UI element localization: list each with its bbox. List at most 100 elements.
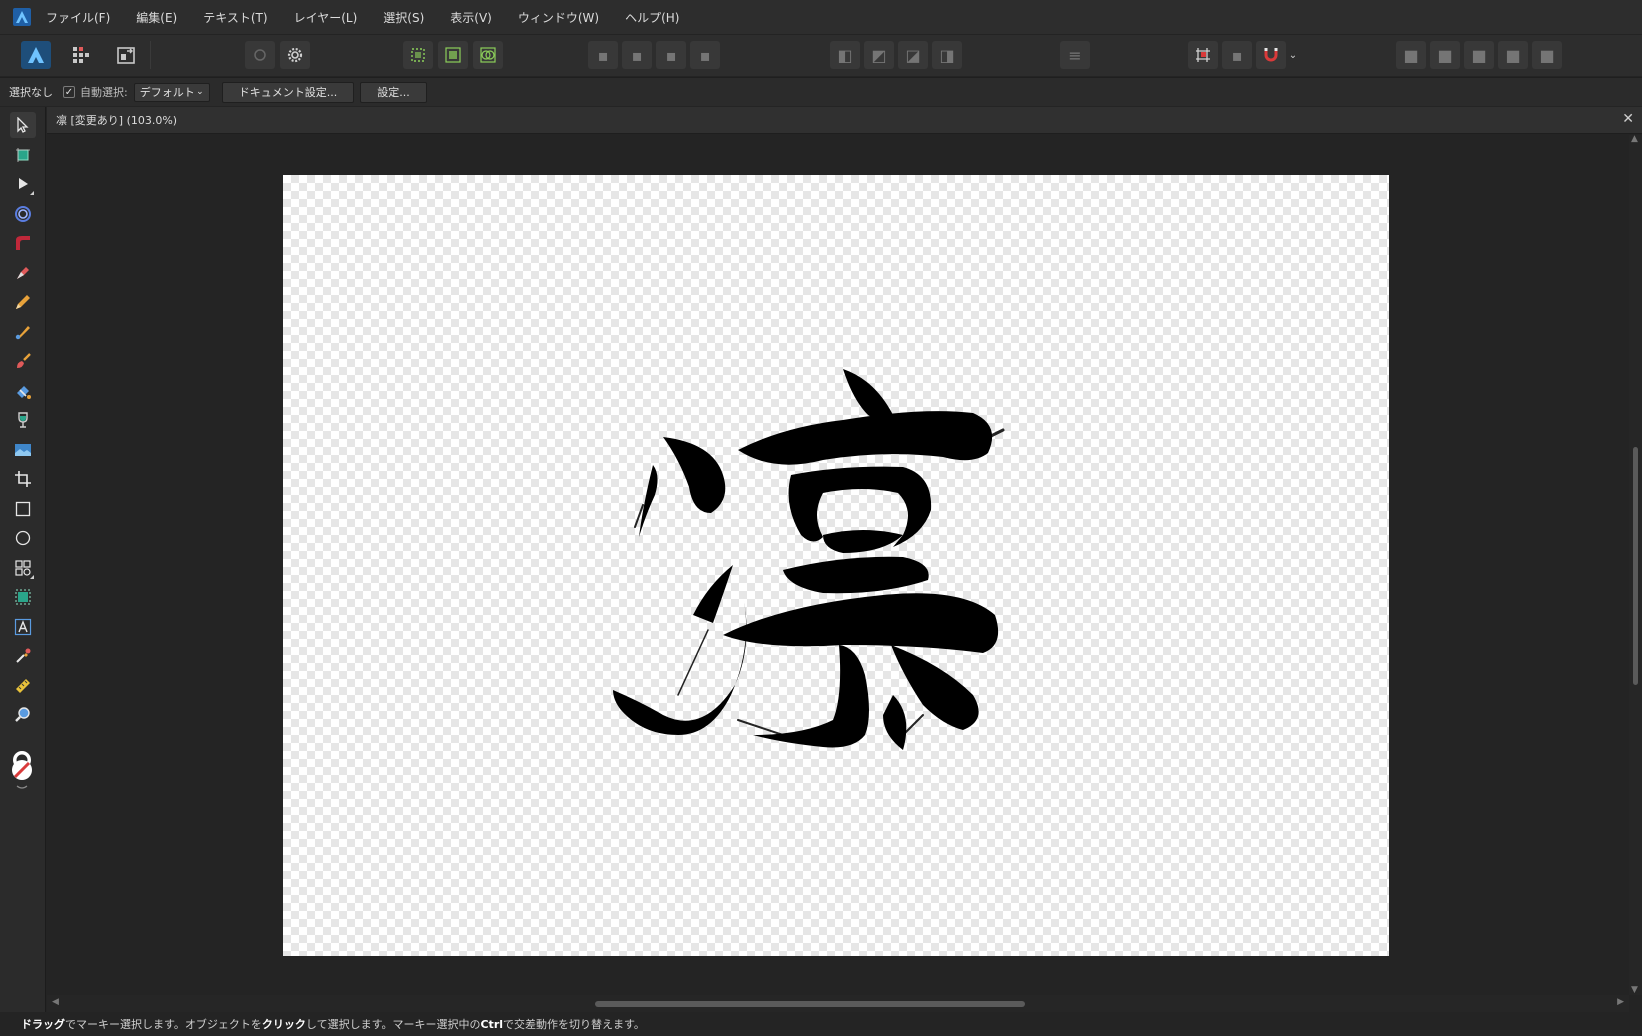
pixel-persona-icon bbox=[73, 47, 89, 63]
measure-tool[interactable] bbox=[10, 673, 36, 699]
flip-horizontal-button[interactable]: ◧ bbox=[830, 41, 860, 69]
crop-tool[interactable] bbox=[10, 466, 36, 492]
transparency-tool-icon bbox=[18, 412, 28, 428]
scroll-up-arrow-icon[interactable]: ▲ bbox=[1631, 134, 1638, 144]
menu-bar: ファイル(F) 編集(E) テキスト(T) レイヤー(L) 選択(S) 表示(V… bbox=[0, 0, 1642, 34]
select-intersect-button[interactable] bbox=[473, 41, 503, 69]
boolean-xor-button[interactable]: ■ bbox=[1498, 41, 1528, 69]
auto-select-value: デフォルト bbox=[139, 86, 195, 99]
boolean-divide-button[interactable]: ■ bbox=[1532, 41, 1562, 69]
move-back-button[interactable]: ▪ bbox=[588, 41, 618, 69]
document-settings-button[interactable]: ドキュメント設定... bbox=[221, 81, 355, 103]
select-objects-icon bbox=[445, 47, 461, 63]
color-picker-tool[interactable] bbox=[10, 643, 36, 669]
menu-layer[interactable]: レイヤー(L) bbox=[294, 9, 358, 26]
select-intersect-icon bbox=[480, 47, 496, 63]
menu-window[interactable]: ウィンドウ(W) bbox=[518, 9, 599, 26]
arrange-front-icon: ▪ bbox=[699, 45, 711, 65]
contour-tool[interactable] bbox=[10, 201, 36, 227]
horizontal-scroll-thumb[interactable] bbox=[595, 1001, 1025, 1007]
ruler-icon bbox=[16, 679, 30, 693]
document-tab-bar: 凛 [変更あり] (103.0%) ✕ bbox=[47, 107, 1642, 134]
rotate-right-icon: ◨ bbox=[939, 45, 955, 65]
settings-button[interactable]: 設定... bbox=[360, 81, 427, 103]
artboard-tool[interactable] bbox=[10, 142, 36, 168]
menu-help[interactable]: ヘルプ(H) bbox=[625, 9, 679, 26]
menu-file[interactable]: ファイル(F) bbox=[46, 9, 110, 26]
preferences-button[interactable] bbox=[280, 41, 310, 69]
shapes-tool[interactable] bbox=[10, 555, 36, 581]
fill-tool[interactable] bbox=[10, 378, 36, 404]
checkmark-icon: ✓ bbox=[64, 86, 74, 98]
rotate-left-icon: ◪ bbox=[905, 45, 921, 65]
menu-view[interactable]: 表示(V) bbox=[450, 9, 492, 26]
menu-edit[interactable]: 編集(E) bbox=[136, 9, 177, 26]
vertical-scroll-thumb[interactable] bbox=[1633, 447, 1638, 685]
fill-stroke-swatches[interactable] bbox=[9, 750, 37, 790]
scroll-right-arrow-icon[interactable]: ▶ bbox=[1617, 997, 1624, 1007]
snapping-toggle-button[interactable]: ▪ bbox=[1222, 41, 1252, 69]
arrange-forward-one-icon: ▪ bbox=[665, 45, 677, 65]
arrange-back-icon: ▪ bbox=[597, 45, 609, 65]
rotate-left-button[interactable]: ◪ bbox=[898, 41, 928, 69]
transform-shape-tool[interactable] bbox=[10, 584, 36, 610]
auto-select-checkbox[interactable]: ✓ bbox=[63, 86, 75, 98]
document-tab-title[interactable]: 凛 [変更あり] (103.0%) bbox=[56, 112, 177, 128]
close-icon[interactable]: ✕ bbox=[1622, 111, 1634, 127]
scroll-down-arrow-icon[interactable]: ▼ bbox=[1631, 985, 1638, 995]
move-front-button[interactable]: ▪ bbox=[690, 41, 720, 69]
artboard-tool-icon bbox=[16, 148, 30, 162]
ellipse-tool-icon bbox=[15, 530, 31, 546]
main-toolbar: ▪ ▪ ▪ ▪ ◧ ◩ ◪ ◨ ≡ ▪ ⌄ ■ ■ ■ ■ ■ bbox=[0, 34, 1642, 76]
place-image-tool[interactable] bbox=[10, 437, 36, 463]
artboard[interactable] bbox=[283, 175, 1389, 956]
auto-select-label: 自動選択: bbox=[80, 86, 128, 99]
menu-select[interactable]: 選択(S) bbox=[383, 9, 424, 26]
scroll-left-arrow-icon[interactable]: ◀ bbox=[52, 997, 59, 1007]
calligraphy-kanji-artwork bbox=[613, 369, 1005, 750]
menu-text[interactable]: テキスト(T) bbox=[203, 9, 267, 26]
text-tool[interactable] bbox=[10, 614, 36, 640]
boolean-add-button[interactable]: ■ bbox=[1396, 41, 1426, 69]
paint-brush-tool[interactable] bbox=[10, 348, 36, 374]
boolean-intersect-button[interactable]: ■ bbox=[1464, 41, 1494, 69]
arrange-back-one-icon: ▪ bbox=[631, 45, 643, 65]
pixel-persona-button[interactable] bbox=[66, 41, 96, 69]
rectangle-tool[interactable] bbox=[10, 496, 36, 522]
horizontal-scrollbar[interactable]: ◀ ▶ bbox=[47, 995, 1629, 1012]
corner-tool[interactable] bbox=[10, 230, 36, 256]
transparency-tool[interactable] bbox=[10, 407, 36, 433]
auto-select-dropdown[interactable]: デフォルト ⌄ bbox=[133, 82, 210, 102]
boolean-subtract-button[interactable]: ■ bbox=[1430, 41, 1460, 69]
select-objects-button[interactable] bbox=[438, 41, 468, 69]
snapping-magnet-button[interactable] bbox=[1256, 41, 1286, 69]
circle-icon bbox=[254, 49, 266, 61]
vertical-scrollbar[interactable]: ▲ ▼ bbox=[1629, 134, 1642, 995]
canvas-area[interactable] bbox=[47, 135, 1629, 995]
snapping-dropdown-button[interactable]: ⌄ bbox=[1286, 41, 1300, 69]
snapping-options-button[interactable] bbox=[1188, 41, 1218, 69]
ellipse-tool[interactable] bbox=[10, 525, 36, 551]
contour-tool-icon bbox=[15, 206, 31, 222]
export-persona-button[interactable] bbox=[111, 41, 141, 69]
designer-persona-button[interactable] bbox=[21, 41, 51, 69]
boolean-divide-icon: ■ bbox=[1539, 45, 1555, 65]
node-tool[interactable] bbox=[10, 171, 36, 197]
flip-vertical-icon: ◩ bbox=[871, 45, 887, 65]
gear-icon bbox=[287, 47, 303, 63]
designer-persona-icon bbox=[28, 47, 44, 63]
rotate-right-button[interactable]: ◨ bbox=[932, 41, 962, 69]
document-setup-button[interactable] bbox=[245, 41, 275, 69]
flip-horizontal-icon: ◧ bbox=[837, 45, 853, 65]
move-back-one-button[interactable]: ▪ bbox=[622, 41, 652, 69]
flip-vertical-button[interactable]: ◩ bbox=[864, 41, 894, 69]
pen-tool[interactable] bbox=[10, 260, 36, 286]
zoom-tool[interactable] bbox=[10, 702, 36, 728]
pencil-tool[interactable] bbox=[10, 289, 36, 315]
vector-brush-tool[interactable] bbox=[10, 319, 36, 345]
select-all-button[interactable] bbox=[403, 41, 433, 69]
move-forward-one-button[interactable]: ▪ bbox=[656, 41, 686, 69]
align-button[interactable]: ≡ bbox=[1060, 41, 1090, 69]
transform-shape-tool-icon bbox=[15, 589, 31, 605]
move-tool[interactable] bbox=[10, 112, 36, 138]
